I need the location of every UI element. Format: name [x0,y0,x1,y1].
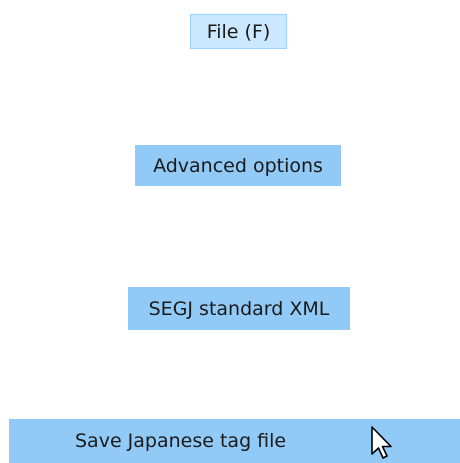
mouse-pointer-icon [371,426,392,459]
segj-standard-xml-menu-item[interactable]: SEGJ standard XML [128,287,350,330]
file-menu-label: File (F) [206,20,271,43]
advanced-options-menu-item[interactable]: Advanced options [135,145,341,186]
advanced-options-label: Advanced options [153,154,323,177]
segj-standard-xml-label: SEGJ standard XML [148,297,330,320]
file-menu[interactable]: File (F) [190,14,287,49]
save-japanese-tag-file-label: Save Japanese tag file [75,430,287,452]
